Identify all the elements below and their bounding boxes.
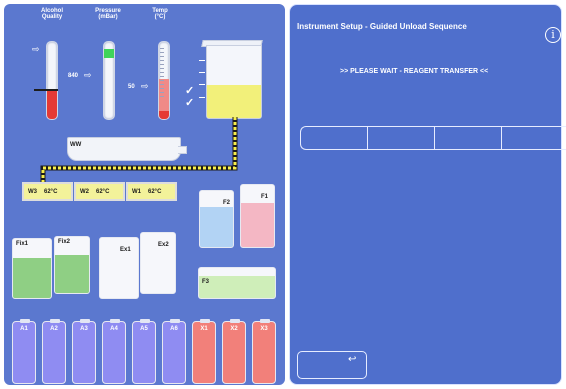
bottle-x2: X2 <box>222 319 246 384</box>
ww-label: WW <box>70 142 82 148</box>
instrument-screen: Alcohol Quality Pressure (mBar) Temp (°C… <box>0 0 566 389</box>
bottle-fix1: Fix1 <box>12 238 52 299</box>
transfer-progress-bar <box>300 126 566 150</box>
status-message: >> PLEASE WAIT - REAGENT TRANSFER << <box>340 68 489 75</box>
bottle-x3: X3 <box>252 319 276 384</box>
warming-chamber-w1: W1 62°C <box>126 182 177 201</box>
bottle-a4: A4 <box>102 319 126 384</box>
info-button[interactable]: i <box>545 27 561 43</box>
bottle-x1: X1 <box>192 319 216 384</box>
guided-unload-panel <box>289 4 562 385</box>
tray-f3: F3 <box>198 267 276 299</box>
bottle-a3: A3 <box>72 319 96 384</box>
bottle-a2: A2 <box>42 319 66 384</box>
bottle-a1: A1 <box>12 319 36 384</box>
bottle-ex1: Ex1 <box>99 237 139 299</box>
bottle-a5: A5 <box>132 319 156 384</box>
panel-title: Instrument Setup - Guided Unload Sequenc… <box>297 22 467 31</box>
bottle-fix2: Fix2 <box>54 236 90 294</box>
warming-chamber-w3: W3 62°C <box>22 182 73 201</box>
warming-chamber-w2: W2 62°C <box>74 182 125 201</box>
bottle-f2: F2 <box>199 190 234 248</box>
bottle-ex2: Ex2 <box>140 232 176 294</box>
info-icon: i <box>551 28 555 41</box>
transfer-path <box>40 117 238 184</box>
back-arrow-icon: ↩ <box>348 354 357 365</box>
back-button[interactable]: ↩ <box>297 351 367 379</box>
waste-water-tray <box>67 137 181 161</box>
bottle-a6: A6 <box>162 319 186 384</box>
bottle-f1: F1 <box>240 184 275 248</box>
